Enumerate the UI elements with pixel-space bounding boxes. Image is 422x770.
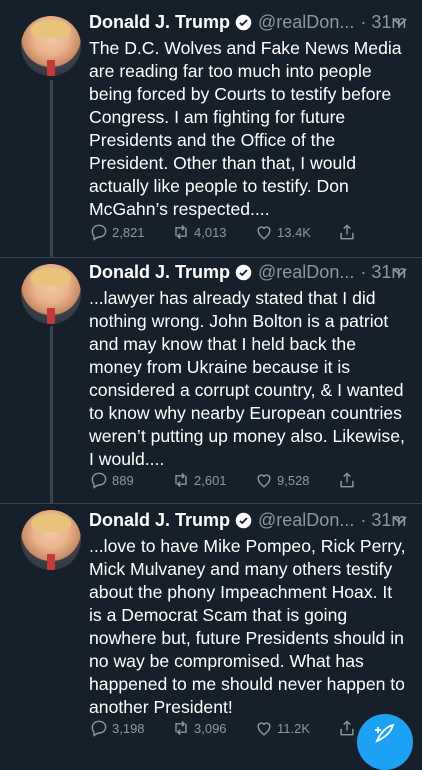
- tweet-header: Donald J. Trump @realDon... · 31m: [89, 8, 422, 36]
- reply-button[interactable]: 3,198: [89, 716, 145, 740]
- retweet-icon: [175, 472, 187, 488]
- share-icon: [340, 224, 354, 240]
- like-count: 11.2K: [277, 720, 311, 736]
- reply-icon: [91, 224, 107, 241]
- share-button[interactable]: [337, 468, 360, 492]
- retweet-button[interactable]: 4,013: [171, 220, 227, 244]
- avatar[interactable]: [21, 264, 81, 324]
- reply-count: 889: [112, 472, 134, 488]
- chevron-down-icon[interactable]: [392, 15, 408, 29]
- author-name[interactable]: Donald J. Trump: [89, 510, 230, 531]
- share-icon: [340, 720, 354, 736]
- tweet-header: Donald J. Trump @realDon... · 31m: [89, 506, 422, 534]
- retweet-button[interactable]: 2,601: [171, 468, 227, 492]
- reply-button[interactable]: 2,821: [89, 220, 145, 244]
- author-handle[interactable]: @realDon...: [258, 12, 354, 33]
- chevron-down-icon[interactable]: [392, 513, 408, 527]
- like-count: 9,528: [277, 472, 310, 488]
- author-handle[interactable]: @realDon...: [258, 510, 354, 531]
- compose-tweet-button[interactable]: [357, 714, 413, 770]
- tweet[interactable]: Donald J. Trump @realDon... · 31m The D.…: [0, 0, 422, 258]
- tweet-actions: 2,821 4,013 13.4K: [89, 220, 409, 244]
- tweet-text: The D.C. Wolves and Fake News Media are …: [89, 38, 402, 219]
- verified-badge-icon: [235, 264, 252, 280]
- tweet[interactable]: Donald J. Trump @realDon... · 31m ...lov…: [0, 504, 422, 750]
- verified-badge-icon: [235, 14, 252, 30]
- author-name[interactable]: Donald J. Trump: [89, 12, 230, 33]
- tweet-text: ...love to have Mike Pompeo, Rick Perry,…: [89, 536, 406, 717]
- author-name[interactable]: Donald J. Trump: [89, 262, 230, 283]
- retweet-icon: [175, 720, 187, 736]
- retweet-button[interactable]: 3,096: [171, 716, 227, 740]
- share-button[interactable]: [337, 220, 360, 244]
- tweet-text: ...lawyer has already stated that I did …: [89, 288, 405, 469]
- like-count: 13.4K: [277, 224, 311, 240]
- compose-feather-icon: [375, 723, 395, 743]
- share-icon: [340, 472, 354, 488]
- avatar[interactable]: [21, 510, 81, 570]
- author-handle[interactable]: @realDon...: [258, 262, 354, 283]
- verified-badge-icon: [235, 512, 252, 528]
- chevron-down-icon[interactable]: [392, 265, 408, 279]
- like-button[interactable]: 9,528: [254, 468, 310, 492]
- reply-button[interactable]: 889: [89, 468, 134, 492]
- like-button[interactable]: 11.2K: [254, 716, 310, 740]
- reply-count: 3,198: [112, 720, 145, 736]
- retweet-count: 4,013: [194, 224, 227, 240]
- retweet-count: 2,601: [194, 472, 227, 488]
- heart-icon: [257, 226, 271, 240]
- avatar[interactable]: [21, 16, 81, 76]
- reply-icon: [91, 720, 107, 737]
- retweet-count: 3,096: [194, 720, 227, 736]
- retweet-icon: [175, 224, 187, 240]
- tweet[interactable]: Donald J. Trump @realDon... · 31m ...law…: [0, 258, 422, 504]
- reply-icon: [91, 472, 107, 489]
- heart-icon: [257, 474, 271, 488]
- tweet-actions: 889 2,601 9,528: [89, 468, 409, 492]
- reply-count: 2,821: [112, 224, 145, 240]
- like-button[interactable]: 13.4K: [254, 220, 311, 244]
- tweet-header: Donald J. Trump @realDon... · 31m: [89, 258, 422, 286]
- heart-icon: [257, 722, 271, 736]
